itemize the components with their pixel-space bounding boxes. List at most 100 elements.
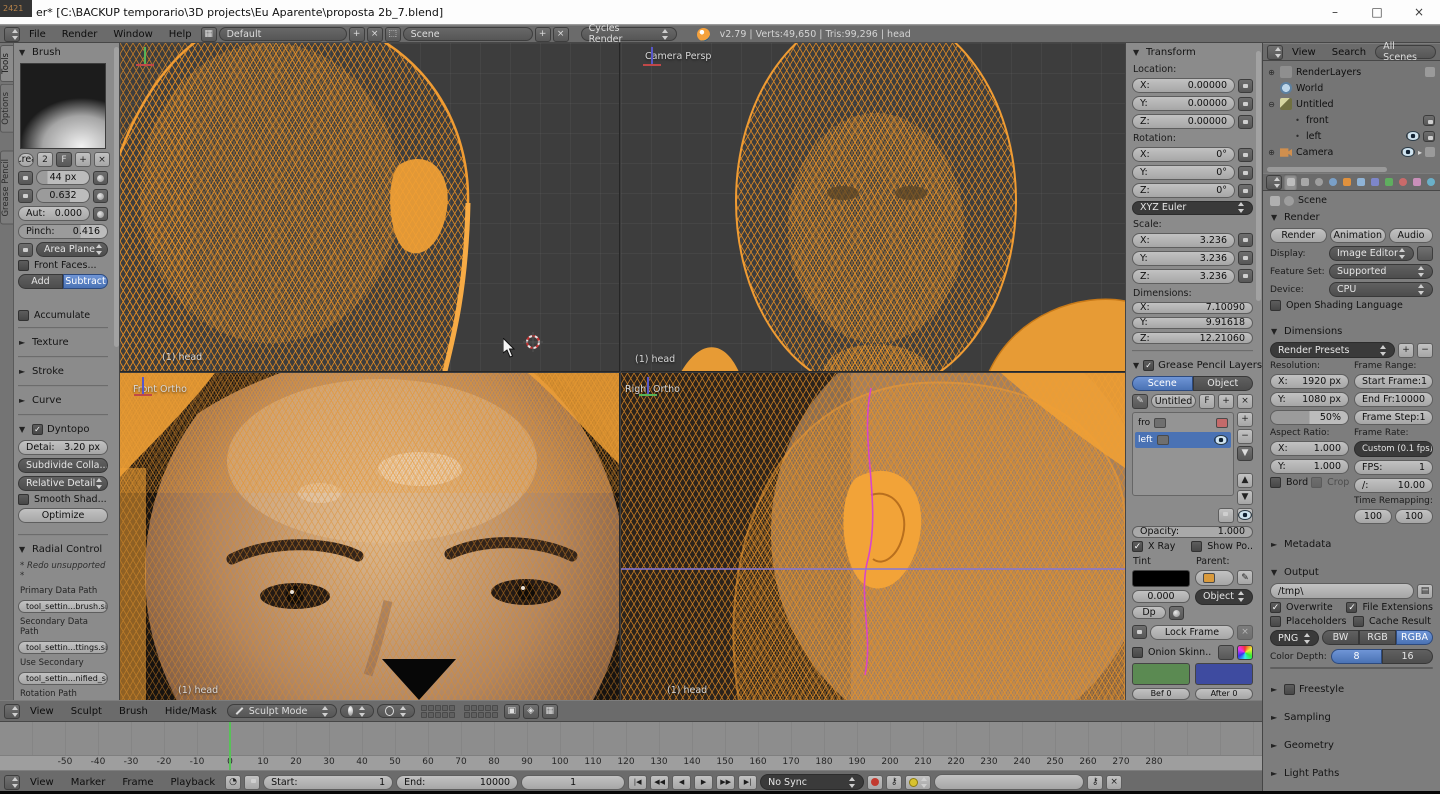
brush-panel-header[interactable]: ▼ Brush <box>18 45 108 60</box>
dimension-x-field[interactable]: X:7.10090 <box>1132 302 1253 314</box>
add-toggle[interactable]: Add <box>18 274 63 289</box>
screen-layout-selector[interactable]: Default <box>219 27 347 41</box>
dimension-y-field[interactable]: Y:9.91618 <box>1132 317 1253 329</box>
lock-frame-lock-icon[interactable] <box>1132 625 1147 639</box>
onion-after-color-swatch[interactable] <box>1195 663 1253 685</box>
fps-base-field[interactable]: /:10.00 <box>1354 478 1433 493</box>
render-button[interactable]: Render <box>1270 228 1327 243</box>
keying-set-field[interactable] <box>934 774 1084 790</box>
gp-layer-move-down-button[interactable]: ▼ <box>1237 490 1253 505</box>
parent-type-dropdown[interactable]: Object <box>1195 589 1253 605</box>
aspect-x-field[interactable]: X:1.000 <box>1270 441 1349 456</box>
tab-texture[interactable] <box>1410 174 1423 190</box>
maximize-button[interactable]: □ <box>1356 0 1398 24</box>
outliner-menu-search[interactable]: Search <box>1325 47 1373 58</box>
gp-lock-all-button[interactable] <box>1218 508 1234 523</box>
dimension-z-field[interactable]: Z:12.21060 <box>1132 332 1253 344</box>
folder-icon[interactable]: ▤ <box>1417 584 1433 599</box>
render-toggle-icon[interactable] <box>1425 67 1435 77</box>
lock-icon[interactable] <box>1238 184 1253 198</box>
front-faces-checkbox[interactable]: Front Faces... <box>18 260 108 271</box>
brush-preview[interactable] <box>20 63 106 149</box>
gp-layer-remove-button[interactable]: − <box>1237 429 1253 444</box>
location-z-field[interactable]: Z:0.00000 <box>1132 114 1235 129</box>
onion-after-field[interactable]: After 0 <box>1195 688 1253 700</box>
transform-panel-header[interactable]: ▼ Transform <box>1132 45 1253 60</box>
onion-mode-button[interactable] <box>1218 645 1234 660</box>
curve-panel-header[interactable]: ►Curve <box>18 393 108 408</box>
lock-camera-button[interactable]: ▣ <box>504 704 520 719</box>
detail-type-dropdown[interactable]: Relative Detail <box>18 476 108 491</box>
resolution-y-field[interactable]: Y:1080 px <box>1270 392 1349 407</box>
outliner-item-world[interactable]: World <box>1267 80 1438 96</box>
gp-unlink-button[interactable]: × <box>1237 394 1253 409</box>
remove-scene-button[interactable]: × <box>553 27 569 42</box>
snap-button[interactable]: ◈ <box>523 704 539 719</box>
viewport-user-persp[interactable]: (1) head <box>120 43 620 372</box>
texture-panel-header[interactable]: ►Texture <box>18 335 108 350</box>
menu-window[interactable]: Window <box>106 29 159 40</box>
depth-16-toggle[interactable]: 16 <box>1382 649 1433 664</box>
hide-mask-menu[interactable]: Hide/Mask <box>158 706 224 717</box>
timeline-menu-playback[interactable]: Playback <box>163 777 222 788</box>
sync-dropdown[interactable]: No Sync <box>760 774 864 790</box>
detail-size-slider[interactable]: Detai:3.20 px <box>18 440 108 455</box>
brush-strength-slider[interactable]: 0.632 <box>36 188 90 203</box>
color-mode-bw-toggle[interactable]: BW <box>1322 630 1359 645</box>
viewport-front-ortho[interactable]: Front Ortho (1) head <box>120 373 620 700</box>
fps-field[interactable]: FPS:1 <box>1354 460 1433 475</box>
outliner-editor-type-button[interactable] <box>1267 45 1283 60</box>
tint-color-swatch[interactable] <box>1132 570 1190 587</box>
outliner-scrollbar[interactable] <box>1267 167 1387 172</box>
onion-before-color-swatch[interactable] <box>1132 663 1190 685</box>
onion-skin-checkbox[interactable]: Onion Skinn.. <box>1132 647 1215 658</box>
detail-refine-dropdown[interactable]: Subdivide Colla... <box>18 458 108 473</box>
stroke-panel-header[interactable]: ►Stroke <box>18 364 108 379</box>
play-reverse-button[interactable]: ◀ <box>672 775 691 790</box>
light-paths-panel-header[interactable]: ►Light Paths <box>1270 766 1433 781</box>
frame-rate-dropdown[interactable]: Custom (0.1 fps) <box>1354 441 1433 457</box>
end-frame-field[interactable]: End Fr:10000 <box>1354 392 1433 407</box>
viewport-camera-persp[interactable]: Camera Persp (1) head <box>621 43 1125 372</box>
scale-y-field[interactable]: Y:3.236 <box>1132 251 1235 266</box>
autosmooth-slider[interactable]: Aut:0.000 <box>18 206 90 221</box>
placeholders-checkbox[interactable]: Placeholders <box>1270 616 1350 627</box>
gp-source-object-toggle[interactable]: Object <box>1193 376 1254 391</box>
tab-grease-pencil[interactable]: Grease Pencil <box>0 151 13 225</box>
freestyle-panel-header[interactable]: ►Freestyle <box>1270 682 1433 697</box>
smooth-shading-checkbox[interactable]: Smooth Shad... <box>18 494 108 505</box>
gp-datablock-icon-button[interactable]: ✎ <box>1132 394 1148 409</box>
remap-old-field[interactable]: 100 <box>1354 509 1392 524</box>
menu-help[interactable]: Help <box>162 29 199 40</box>
add-preset-button[interactable]: + <box>1398 343 1414 358</box>
render-panel-header[interactable]: ▼Render <box>1270 210 1433 225</box>
onion-before-field[interactable]: Bef 0 <box>1132 688 1190 700</box>
tab-render[interactable] <box>1284 174 1297 190</box>
tab-object[interactable] <box>1340 174 1353 190</box>
editor-type-button[interactable] <box>4 27 20 42</box>
gp-show-points-checkbox[interactable]: Show Po.. <box>1191 541 1253 552</box>
lock-icon[interactable] <box>1238 148 1253 162</box>
radial-control-panel-header[interactable]: ▼ Radial Control <box>18 542 108 557</box>
color-wheel-icon[interactable] <box>1237 645 1253 660</box>
autosmooth-pressure-button[interactable] <box>93 207 108 221</box>
keyframe-type-button[interactable] <box>905 775 931 790</box>
lock-icon[interactable] <box>1238 269 1253 283</box>
timeline-ruler[interactable]: -50-40-30-20-100102030405060708090100110… <box>0 755 1262 770</box>
pivot-dropdown[interactable] <box>377 704 415 718</box>
radius-pressure-button[interactable] <box>93 171 108 185</box>
rotation-y-field[interactable]: Y:0° <box>1132 165 1235 180</box>
next-keyframe-button[interactable]: ▶▶ <box>716 775 735 790</box>
keying-flash-button[interactable]: ⚷ <box>886 775 902 790</box>
screen-layout-icon-button[interactable]: ▦ <box>201 27 217 42</box>
gp-layer-list[interactable]: fro left <box>1132 412 1234 496</box>
tab-scene[interactable] <box>1312 174 1325 190</box>
strength-pressure-button[interactable] <box>93 189 108 203</box>
auto-keyframe-button[interactable] <box>867 775 883 790</box>
lock-icon[interactable] <box>1423 131 1435 142</box>
render-engine-selector[interactable]: Cycles Render <box>581 27 677 41</box>
preview-range-button[interactable]: ◔ <box>225 775 241 790</box>
scene-icon-button[interactable]: ⬚ <box>385 27 401 42</box>
gp-name-field[interactable]: Untitled <box>1151 394 1196 408</box>
gp-layer-left[interactable]: left <box>1135 432 1231 448</box>
